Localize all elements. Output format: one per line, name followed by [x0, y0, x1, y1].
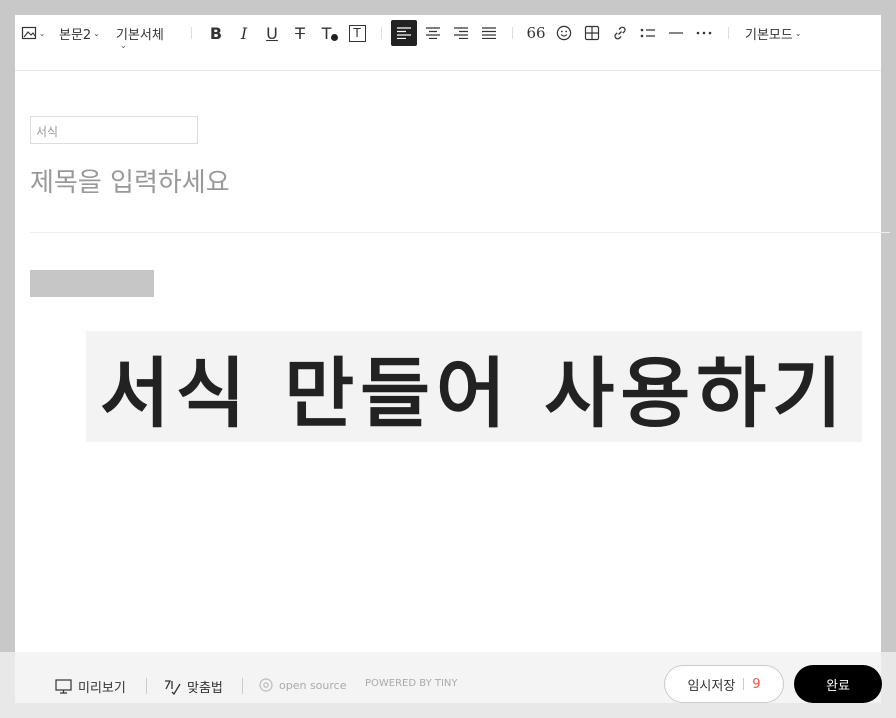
italic-icon: I [240, 23, 248, 43]
text-background-icon: T [348, 24, 366, 42]
template-placeholder: 서식 [36, 125, 59, 139]
paragraph-style-label: 본문2 [59, 27, 92, 43]
powered-by-label: POWERED BY TINY [365, 678, 458, 689]
quote-icon: 66 [526, 24, 546, 42]
bullet-list-icon [640, 28, 655, 38]
template-input[interactable]: 서식 [30, 116, 198, 144]
chevron-down-icon: ⌄ [120, 41, 127, 50]
more-button[interactable] [692, 20, 716, 46]
heading-text: 서식 만들어 사용하기 [99, 348, 849, 438]
placeholder-block [30, 270, 154, 297]
monitor-icon [55, 679, 72, 694]
toolbar-divider [191, 27, 192, 39]
align-right-icon [454, 27, 468, 39]
align-justify-button[interactable] [476, 20, 502, 46]
mode-dropdown[interactable]: 기본모드 ⌄ [745, 20, 811, 46]
powered-by-tiny-link[interactable]: POWERED BY TINY [365, 678, 458, 689]
insert-image-button[interactable]: ⌄ [19, 20, 47, 46]
underline-button[interactable]: U [260, 20, 284, 46]
link-icon [614, 26, 626, 40]
align-center-button[interactable] [420, 20, 446, 46]
toolbar-divider [381, 27, 382, 39]
align-right-button[interactable] [448, 20, 474, 46]
image-icon [21, 26, 36, 40]
table-button[interactable] [580, 20, 604, 46]
align-center-icon [426, 27, 440, 39]
text-background-button[interactable]: T [345, 20, 369, 46]
bullet-list-button[interactable] [636, 20, 660, 46]
toolbar-divider [728, 27, 729, 39]
save-draft-button[interactable]: 임시저장 9 [664, 665, 784, 703]
mode-label: 기본모드 [745, 27, 793, 43]
footer-panel: 미리보기 맞춤법 open source POWERED BY TINY 임시저… [15, 652, 882, 703]
more-icon [696, 31, 712, 35]
chevron-down-icon: ⌄ [38, 28, 46, 38]
draft-count[interactable]: 9 [752, 677, 760, 692]
table-icon [584, 25, 600, 41]
color-dot-icon [331, 33, 339, 41]
spellcheck-label: 맞춤법 [187, 681, 223, 696]
text-color-button[interactable]: T [317, 20, 343, 46]
title-input[interactable]: 제목을 입력하세요 [30, 162, 230, 199]
align-left-button[interactable] [391, 20, 417, 46]
paragraph-style-dropdown[interactable]: 본문2 ⌄ [59, 20, 105, 46]
title-divider [30, 232, 890, 233]
done-button[interactable]: 완료 [794, 665, 882, 703]
heading-block[interactable]: 서식 만들어 사용하기 [86, 331, 862, 442]
underline-icon: U [266, 23, 278, 43]
link-button[interactable] [608, 20, 632, 46]
save-draft-label: 임시저장 [687, 678, 736, 694]
font-family-label: 기본서체 [116, 27, 164, 43]
done-label: 완료 [826, 678, 850, 694]
open-source-link[interactable]: open source [259, 678, 346, 692]
toolbar-divider [512, 27, 513, 39]
footer-divider [242, 678, 243, 694]
spellcheck-icon [165, 679, 181, 695]
footer-divider [146, 678, 147, 694]
editor-window: ⌄ 본문2 ⌄ 기본서체 ⌄ B I U T T T 66 기본모드 ⌄ 서식 … [15, 15, 890, 703]
preview-button[interactable]: 미리보기 [55, 677, 126, 696]
text-color-icon: T [321, 23, 332, 43]
bold-button[interactable]: B [204, 20, 228, 46]
spellcheck-button[interactable]: 맞춤법 [163, 677, 223, 696]
emoji-icon [556, 25, 572, 41]
open-source-label: open source [279, 678, 347, 692]
chevron-down-icon: ⌄ [794, 28, 802, 38]
quote-button[interactable]: 66 [524, 20, 548, 46]
emoji-button[interactable] [552, 20, 576, 46]
bold-icon: B [209, 23, 223, 43]
strikethrough-icon: T [295, 23, 305, 43]
horizontal-line-icon [669, 32, 683, 34]
open-source-icon [259, 678, 273, 692]
italic-button[interactable]: I [232, 20, 256, 46]
toolbar: ⌄ 본문2 ⌄ 기본서체 ⌄ B I U T T T 66 기본모드 ⌄ [15, 15, 881, 71]
preview-label: 미리보기 [78, 681, 126, 696]
footer-bar: 미리보기 맞춤법 open source POWERED BY TINY 임시저… [0, 652, 896, 718]
strikethrough-button[interactable]: T [288, 20, 312, 46]
chevron-down-icon: ⌄ [93, 28, 100, 38]
align-justify-icon [482, 27, 496, 39]
align-left-icon [397, 27, 411, 39]
save-draft-divider [743, 678, 745, 690]
horizontal-line-button[interactable] [664, 20, 688, 46]
